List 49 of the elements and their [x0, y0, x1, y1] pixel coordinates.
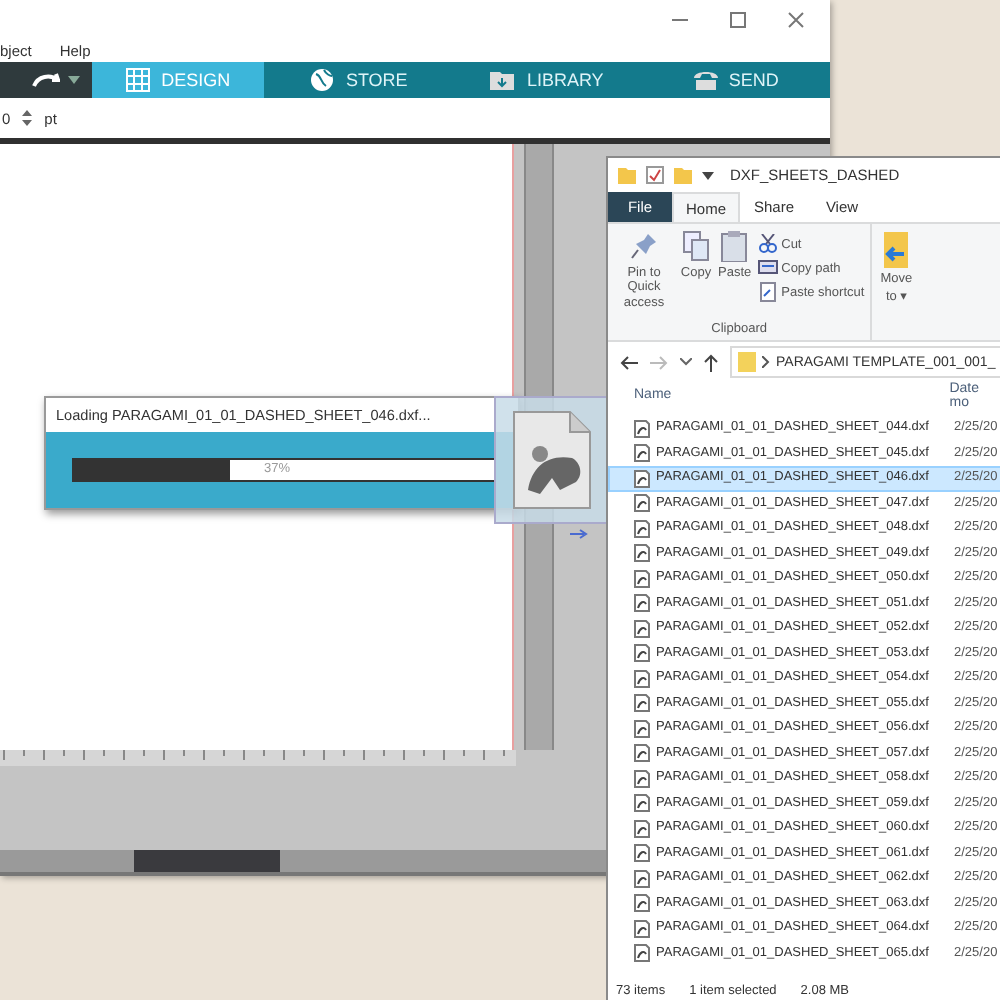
folder-icon [490, 68, 517, 92]
file-icon [634, 644, 650, 663]
undo-icon [31, 72, 60, 88]
undo-button[interactable] [0, 62, 92, 98]
file-icon [634, 744, 650, 763]
shortcut-icon [757, 282, 778, 302]
file-icon [634, 569, 650, 588]
file-icon [634, 694, 650, 713]
file-icon [634, 669, 650, 688]
telephone-icon [692, 68, 719, 92]
file-icon [634, 844, 650, 863]
file-icon [634, 769, 650, 788]
file-icon [634, 619, 650, 638]
arrow-icon [570, 528, 588, 540]
folder-icon [618, 166, 636, 184]
caret-icon [67, 76, 80, 84]
file-icon [634, 594, 650, 613]
folder-icon [738, 352, 756, 372]
file-icon [634, 469, 650, 488]
file-icon [634, 719, 650, 738]
copy-icon [680, 230, 712, 262]
maximize-icon[interactable] [728, 10, 748, 30]
checkmark-icon[interactable] [646, 166, 664, 184]
close-icon[interactable] [786, 10, 806, 30]
chevron-right-icon [762, 356, 770, 368]
file-icon [634, 919, 650, 938]
file-icon [634, 419, 650, 438]
file-icon [634, 519, 650, 538]
globe-icon [309, 68, 336, 92]
up-arrow-icon[interactable] [704, 353, 718, 371]
pin-icon [628, 230, 660, 262]
file-icon [634, 894, 650, 913]
caret-icon[interactable] [702, 171, 714, 179]
scroll-handle[interactable] [134, 850, 280, 872]
file-icon [634, 944, 650, 963]
file-icon [634, 869, 650, 888]
grid-icon [125, 68, 152, 92]
clipboard-icon [718, 230, 751, 262]
file-icon [634, 494, 650, 513]
spinner-icon[interactable] [22, 110, 33, 126]
file-icon [634, 544, 650, 563]
back-arrow-icon[interactable] [620, 355, 638, 369]
file-icon [634, 794, 650, 813]
chevron-down-icon[interactable] [680, 358, 692, 366]
file-icon [634, 444, 650, 463]
scissors-icon [757, 234, 778, 254]
file-icon [512, 410, 592, 510]
path-icon [757, 258, 778, 278]
file-icon [634, 819, 650, 838]
